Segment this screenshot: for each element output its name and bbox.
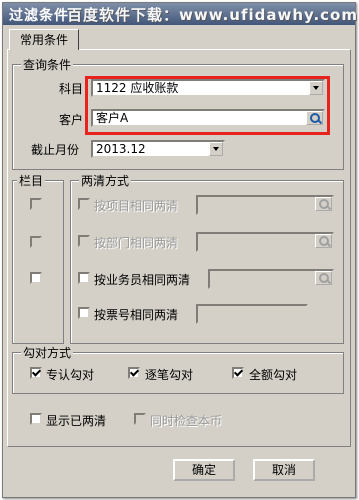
by-ticket-label[interactable]: 按票号相同两清 bbox=[94, 306, 178, 323]
check-currency-label: 同时检查本币 bbox=[150, 414, 223, 428]
project-search-button bbox=[315, 197, 332, 211]
total-verify-label[interactable]: 全额勾对 bbox=[249, 366, 297, 383]
salesperson-field bbox=[208, 269, 334, 289]
reconcile-mode-legend: 两清方式 bbox=[79, 172, 132, 189]
tab-common-conditions[interactable]: 常用条件 bbox=[9, 29, 79, 50]
customer-label: 客户 bbox=[59, 113, 84, 127]
cutoff-month-value: 2013.12 bbox=[96, 142, 146, 156]
by-project-checkbox bbox=[78, 198, 90, 210]
ticket-field bbox=[196, 304, 308, 324]
column-legend: 栏目 bbox=[17, 172, 46, 189]
total-verify-checkbox[interactable] bbox=[232, 367, 244, 379]
one-by-one-verify-checkbox[interactable] bbox=[128, 367, 140, 379]
cutoff-month-label: 截止月份 bbox=[31, 143, 80, 157]
salesperson-search-button bbox=[315, 271, 332, 285]
chevron-down-icon[interactable] bbox=[209, 142, 223, 156]
column-checkbox-2 bbox=[30, 236, 42, 248]
query-conditions-legend: 查询条件 bbox=[21, 56, 74, 73]
by-ticket-checkbox[interactable] bbox=[78, 307, 90, 319]
special-verify-label[interactable]: 专认勾对 bbox=[46, 366, 94, 383]
column-checkbox-3[interactable] bbox=[30, 272, 42, 284]
by-department-label: 按部门相同两清 bbox=[94, 236, 179, 250]
window-title: 过滤条件 bbox=[9, 8, 69, 24]
cutoff-month-combo[interactable]: 2013.12 bbox=[91, 140, 225, 158]
special-verify-checkbox[interactable] bbox=[30, 367, 42, 379]
show-cleared-checkbox[interactable] bbox=[30, 413, 42, 425]
subject-label: 科目 bbox=[59, 82, 84, 96]
check-currency-checkbox bbox=[134, 413, 146, 425]
search-icon bbox=[319, 199, 329, 209]
filter-dialog: 过滤条件 百度软件下载：www.ufidawhy.com 常用条件 查询条件 科… bbox=[2, 2, 358, 498]
watermark-text: 百度软件下载：www.ufidawhy.com bbox=[67, 6, 358, 24]
by-salesperson-checkbox[interactable] bbox=[78, 272, 90, 284]
project-field bbox=[196, 195, 334, 215]
by-project-label: 按项目相同两清 bbox=[94, 199, 179, 213]
column-checkbox-1 bbox=[30, 198, 42, 210]
search-icon bbox=[319, 273, 329, 283]
verify-mode-legend: 勾对方式 bbox=[21, 344, 74, 361]
department-search-button bbox=[315, 234, 332, 248]
search-icon bbox=[319, 236, 329, 246]
cancel-button[interactable]: 取消 bbox=[253, 459, 315, 481]
show-cleared-label[interactable]: 显示已两清 bbox=[46, 412, 106, 429]
one-by-one-verify-label[interactable]: 逐笔勾对 bbox=[145, 366, 193, 383]
title-bar[interactable]: 过滤条件 百度软件下载：www.ufidawhy.com bbox=[3, 3, 358, 25]
highlight-box bbox=[85, 76, 330, 135]
by-department-checkbox bbox=[78, 235, 90, 247]
department-field bbox=[196, 232, 334, 252]
ok-button[interactable]: 确定 bbox=[173, 459, 235, 481]
by-salesperson-label[interactable]: 按业务员相同两清 bbox=[94, 271, 190, 288]
